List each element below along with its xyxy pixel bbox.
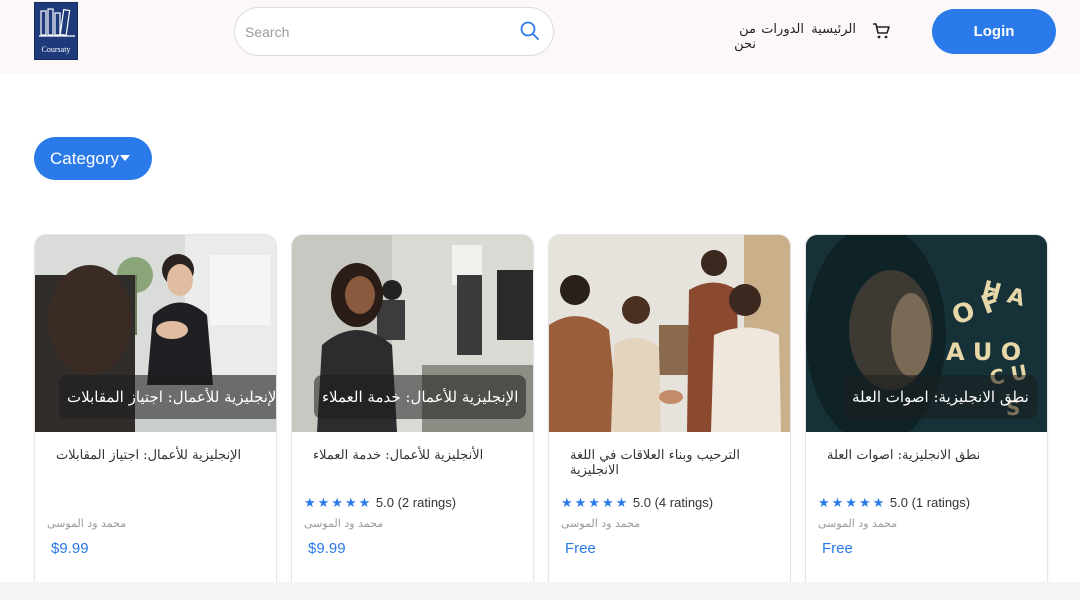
- course-image[interactable]: الإنجليزية للأعمال: خدمة العملاء: [292, 235, 533, 432]
- course-price: Free: [565, 540, 596, 557]
- course-card[interactable]: الإنجليزية للأعمال: خدمة العملاء الأنجلي…: [291, 234, 534, 594]
- nav-about[interactable]: من نحن: [720, 22, 756, 52]
- rating-text: 5.0 (1 ratings): [889, 495, 971, 510]
- course-rating: ★★★★★ 5.0 (1 ratings): [818, 495, 970, 511]
- image-label: نطق الانجليزية: اصوات العلة: [844, 375, 1037, 419]
- image-label: الإنجليزية للأعمال: اجتياز المقابلات: [59, 375, 276, 419]
- course-image[interactable]: الإنجليزية للأعمال: اجتياز المقابلات: [35, 235, 276, 432]
- course-image[interactable]: [549, 235, 790, 432]
- course-rating: ★★★★★ 5.0 (2 ratings): [304, 495, 456, 511]
- course-author: محمد ود الموسى: [561, 517, 641, 530]
- course-price: $9.99: [308, 540, 346, 557]
- course-price: Free: [822, 540, 853, 557]
- search-icon[interactable]: [519, 20, 541, 42]
- nav-courses[interactable]: الدورات: [761, 22, 804, 42]
- logo[interactable]: Coursaty: [34, 2, 78, 60]
- course-title[interactable]: الأنجليزية للأعمال: خدمة العملاء: [303, 448, 533, 463]
- course-price: $9.99: [51, 540, 89, 557]
- star-rating-icon: ★★★★★: [818, 495, 887, 510]
- nav-home[interactable]: الرئيسية: [811, 22, 856, 42]
- search-input[interactable]: [245, 21, 505, 43]
- header: Coursaty من نحن الدورات الرئيسية Login: [0, 0, 1080, 74]
- course-title[interactable]: نطق الانجليزية: اصوات العلة: [817, 448, 1047, 463]
- course-author: محمد ود الموسى: [47, 517, 127, 530]
- course-card[interactable]: الإنجليزية للأعمال: اجتياز المقابلات الإ…: [34, 234, 277, 594]
- course-title[interactable]: الإنجليزية للأعمال: اجتياز المقابلات: [46, 448, 276, 463]
- category-label: Category: [50, 149, 119, 168]
- rating-text: 5.0 (4 ratings): [632, 495, 714, 510]
- course-author: محمد ود الموسى: [304, 517, 384, 530]
- star-rating-icon: ★★★★★: [304, 495, 373, 510]
- logo-text: Coursaty: [41, 45, 71, 54]
- handshake-photo: [549, 235, 790, 432]
- books-logo-icon: [39, 8, 75, 37]
- category-dropdown[interactable]: Category: [34, 137, 152, 180]
- image-label: الإنجليزية للأعمال: خدمة العملاء: [314, 375, 527, 419]
- search-bar[interactable]: [234, 7, 554, 56]
- course-card[interactable]: الترحيب وبناء العلاقات في اللغة الانجليز…: [548, 234, 791, 594]
- login-button[interactable]: Login: [932, 9, 1056, 54]
- rating-text: 5.0 (2 ratings): [375, 495, 457, 510]
- footer-strip: [0, 582, 1080, 600]
- course-title[interactable]: الترحيب وبناء العلاقات في اللغة الانجليز…: [560, 448, 790, 478]
- course-rating: ★★★★★ 5.0 (4 ratings): [561, 495, 713, 511]
- course-image[interactable]: O F H A A U O C U S نطق الانجليزية: اصوا…: [806, 235, 1047, 432]
- cart-icon[interactable]: [871, 21, 891, 41]
- course-card[interactable]: O F H A A U O C U S نطق الانجليزية: اصوا…: [805, 234, 1048, 594]
- caret-down-icon: [120, 155, 130, 161]
- star-rating-icon: ★★★★★: [561, 495, 630, 510]
- course-author: محمد ود الموسى: [818, 517, 898, 530]
